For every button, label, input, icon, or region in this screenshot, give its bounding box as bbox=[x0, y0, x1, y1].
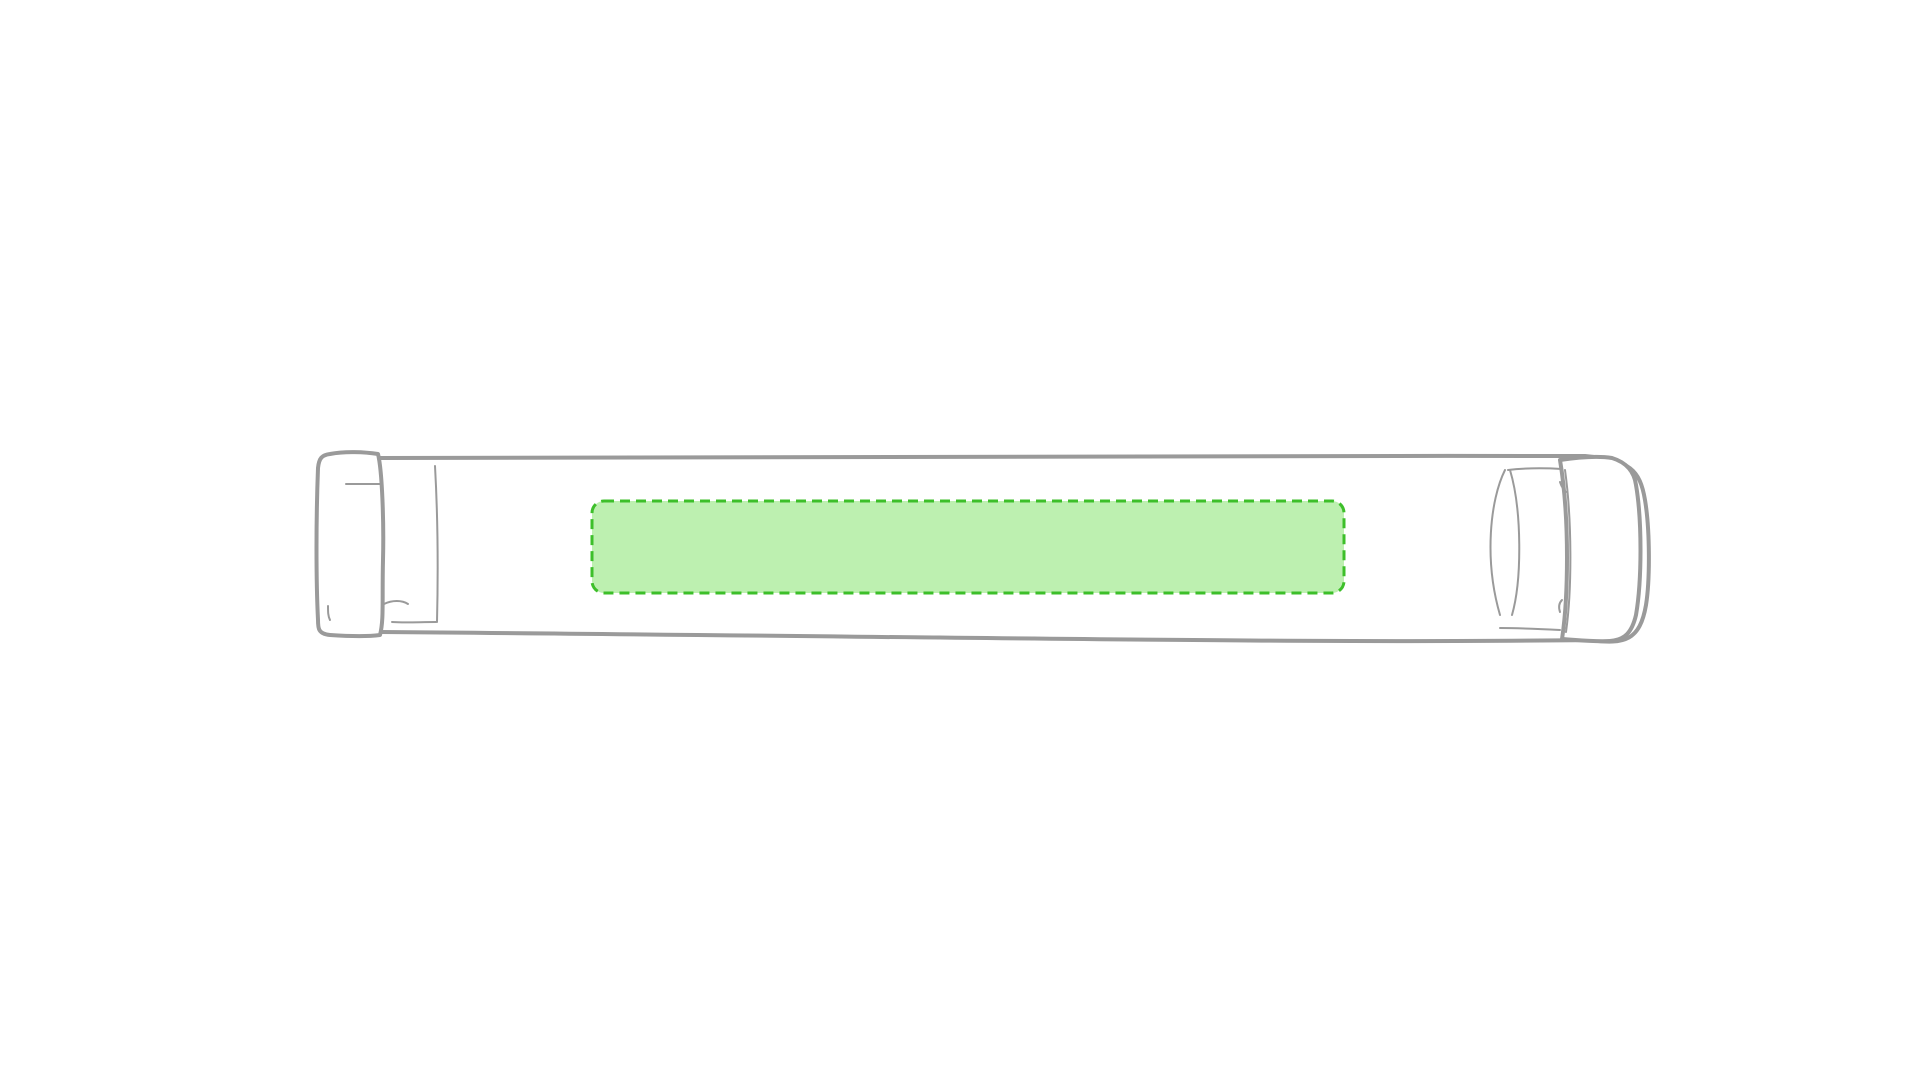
product-template-canvas bbox=[0, 0, 1920, 1080]
tube-case-drawing bbox=[314, 450, 1651, 644]
right-end-cap bbox=[1558, 454, 1643, 644]
print-area[interactable] bbox=[590, 499, 1346, 595]
left-end-cap bbox=[314, 450, 386, 639]
